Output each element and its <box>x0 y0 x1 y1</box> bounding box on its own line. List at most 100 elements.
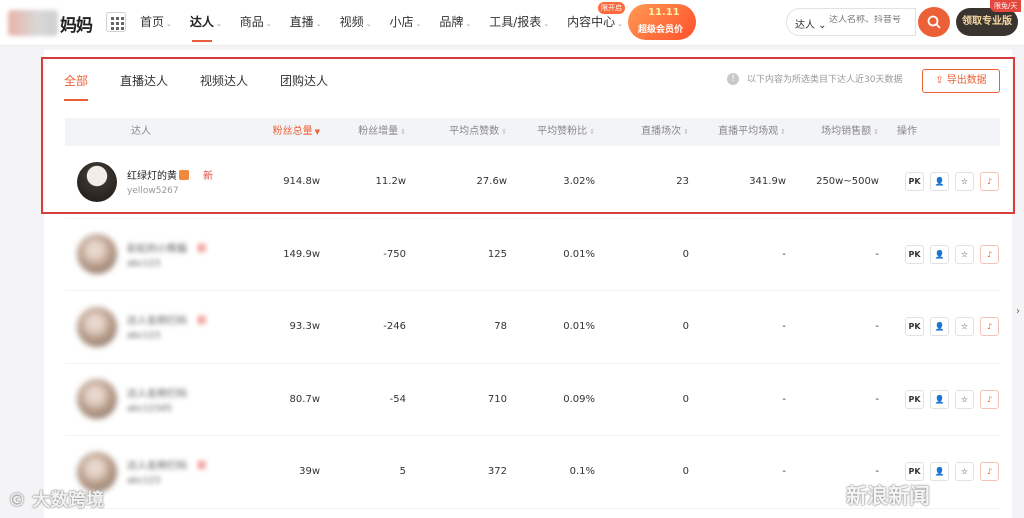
live-count-value: 0 <box>682 321 689 333</box>
douyin-icon[interactable]: ♪ <box>980 317 999 337</box>
table-row[interactable]: 彩虹的小熊猫 新 abc123 149.9w -750 125 0.01% 0 … <box>65 219 1000 291</box>
pk-button[interactable]: PK <box>905 317 924 337</box>
fans-value: 80.7w <box>289 393 320 405</box>
influencer-uid: abc12345 <box>127 403 172 414</box>
nav-item-live[interactable]: 直播 ⌄ <box>290 0 322 46</box>
fans-value: 914.8w <box>283 176 320 188</box>
search-type-select[interactable]: 达人 ⌄ <box>795 16 827 31</box>
pk-button[interactable]: PK <box>905 389 924 409</box>
nav-item-shop[interactable]: 小店 ⌄ <box>389 0 421 46</box>
fans-inc-value: 5 <box>399 466 406 478</box>
table-row[interactable]: 达人名称打码 abc12345 80.7w -54 710 0.09% 0 - … <box>65 364 1000 436</box>
export-icon: ⇪ <box>935 75 947 86</box>
star-icon[interactable]: ☆ <box>955 462 974 482</box>
avatar[interactable] <box>77 161 117 202</box>
influencer-name[interactable]: 红绿灯的黄 <box>127 167 177 182</box>
col-header-fans-inc[interactable]: 粉丝增量 ⇕ <box>320 118 406 146</box>
sales-value: 250w~500w <box>816 176 879 188</box>
pk-button[interactable]: PK <box>905 244 924 264</box>
col-header-live-view[interactable]: 直播平均场观 ⇕ <box>689 118 786 146</box>
user-icon[interactable]: 👤 <box>930 317 949 337</box>
row-actions: PK 👤 ☆ ♪ <box>879 172 999 192</box>
user-icon[interactable]: 👤 <box>930 389 949 409</box>
table-row[interactable]: 红绿灯的黄 新 yellow5267 914.8w 11.2w 27.6w 3.… <box>65 146 1000 219</box>
shop-badge-icon <box>179 169 189 180</box>
influencer-name[interactable]: 达人名称打码 <box>127 457 187 472</box>
search-box: 达人 ⌄ <box>786 8 916 36</box>
star-icon[interactable]: ☆ <box>955 244 974 264</box>
export-data-button[interactable]: ⇪ 导出数据 <box>922 69 1000 93</box>
nav-item-tools[interactable]: 工具/报表 ⌄ <box>489 0 549 46</box>
col-header-fans[interactable]: 粉丝总量 ▼ <box>245 118 320 146</box>
influencer-uid: yellow5267 <box>127 186 179 197</box>
influencer-name[interactable]: 达人名称打码 <box>127 385 187 400</box>
live-count-value: 23 <box>676 176 689 188</box>
avatar[interactable] <box>77 379 117 420</box>
table-row[interactable]: 达人名称打码 新 abc123 93.3w -246 78 0.01% 0 - … <box>65 291 1000 364</box>
fans-value: 149.9w <box>283 248 320 260</box>
corner-badge: 限免/天 <box>990 0 1022 12</box>
user-icon[interactable]: 👤 <box>930 462 949 482</box>
watermark-left: © 大数跨境 <box>8 490 105 511</box>
table-header: 达人 粉丝总量 ▼ 粉丝增量 ⇕ 平均点赞数 ⇕ 平均赞粉比 ⇕ 直播场次 ⇕ 直播平均场… <box>65 118 1000 146</box>
tab-video-influencers[interactable]: 视频达人 <box>200 72 248 101</box>
influencer-name[interactable]: 达人名称打码 <box>127 312 187 327</box>
site-logo[interactable]: 妈妈 <box>8 8 93 38</box>
get-pro-button[interactable]: 领取专业版 <box>956 8 1018 36</box>
sales-value: - <box>875 248 879 260</box>
like-ratio-value: 0.01% <box>563 248 595 260</box>
avg-likes-value: 27.6w <box>476 176 507 188</box>
douyin-icon[interactable]: ♪ <box>980 462 999 482</box>
promo-banner[interactable]: 11.11 超级会员价 <box>628 4 696 40</box>
douyin-icon[interactable]: ♪ <box>980 172 999 192</box>
nav-item-product[interactable]: 商品 ⌄ <box>240 0 272 46</box>
search-input[interactable] <box>829 15 913 25</box>
row-actions: PK 👤 ☆ ♪ <box>879 244 999 264</box>
influencer-cell: 达人名称打码 abc12345 <box>65 379 245 420</box>
star-icon[interactable]: ☆ <box>955 317 974 337</box>
watermark-right: 新浪新闻 <box>846 484 930 508</box>
col-header-live-count[interactable]: 直播场次 ⇕ <box>595 118 689 146</box>
influencer-name[interactable]: 彩虹的小熊猫 <box>127 240 187 255</box>
live-view-value: - <box>782 466 786 478</box>
pk-button[interactable]: PK <box>905 172 924 192</box>
nav-item-home[interactable]: 首页 ⌄ <box>140 0 172 46</box>
nav-item-brand[interactable]: 品牌 ⌄ <box>439 0 471 46</box>
col-header-like-ratio[interactable]: 平均赞粉比 ⇕ <box>507 118 595 146</box>
row-actions: PK 👤 ☆ ♪ <box>879 462 999 482</box>
avg-likes-value: 710 <box>487 393 507 405</box>
live-count-value: 0 <box>682 393 689 405</box>
avg-likes-value: 78 <box>494 321 507 333</box>
live-view-value: - <box>782 321 786 333</box>
avg-likes-value: 125 <box>487 248 507 260</box>
influencer-cell: 达人名称打码 新 abc123 <box>65 306 245 347</box>
user-icon[interactable]: 👤 <box>930 172 949 192</box>
new-tag: 新 <box>197 243 207 255</box>
fans-inc-value: 11.2w <box>375 176 406 188</box>
tab-group-buy-influencers[interactable]: 团购达人 <box>280 72 328 101</box>
douyin-icon[interactable]: ♪ <box>980 389 999 409</box>
star-icon[interactable]: ☆ <box>955 389 974 409</box>
user-icon[interactable]: 👤 <box>930 244 949 264</box>
search-button[interactable] <box>918 7 950 37</box>
tab-all[interactable]: 全部 <box>64 72 89 101</box>
star-icon[interactable]: ☆ <box>955 172 974 192</box>
avatar[interactable] <box>77 306 117 347</box>
scroll-right-icon[interactable]: › <box>1016 306 1020 317</box>
info-icon: ! <box>727 72 739 85</box>
content-center-badge: 限开启 <box>598 2 625 14</box>
sales-value: - <box>875 466 879 478</box>
data-range-hint: ! 以下内容为所选类目下达人近30天数据 <box>727 72 902 85</box>
live-view-value: 341.9w <box>749 176 786 188</box>
like-ratio-value: 0.1% <box>569 466 595 478</box>
nav-item-video[interactable]: 视频 ⌄ <box>340 0 372 46</box>
col-header-sales[interactable]: 场均销售额 ⇕ <box>786 118 879 146</box>
new-tag: 新 <box>197 461 207 473</box>
avatar[interactable] <box>77 234 117 275</box>
douyin-icon[interactable]: ♪ <box>980 244 999 264</box>
col-header-avg-likes[interactable]: 平均点赞数 ⇕ <box>406 118 507 146</box>
nav-item-influencer[interactable]: 达人 ⌄ <box>190 0 222 46</box>
tab-live-influencers[interactable]: 直播达人 <box>120 72 168 101</box>
apps-grid-icon[interactable] <box>106 12 126 32</box>
pk-button[interactable]: PK <box>905 462 924 482</box>
